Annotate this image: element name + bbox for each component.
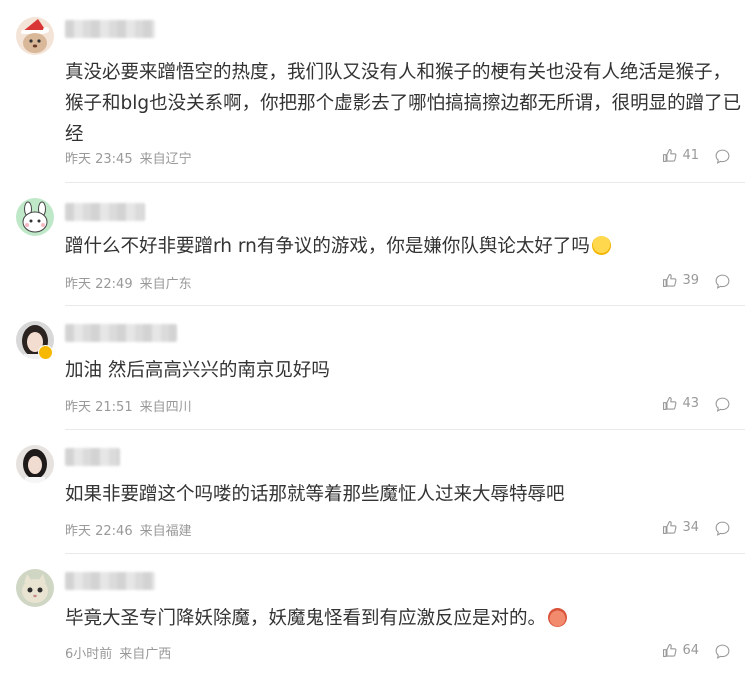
like-count: 39 [682, 273, 699, 288]
user-avatar[interactable] [16, 569, 54, 607]
comment-meta: 6小时前 来自广西 [65, 643, 171, 662]
reply-comment-icon[interactable] [714, 643, 731, 660]
comment-time: 6小时前 [65, 647, 113, 662]
comment-meta: 昨天 23:45 来自辽宁 [65, 148, 192, 167]
comment-text: 毕竟大圣专门降妖除魔，妖魔鬼怪看到有应激反应是对的。 [65, 603, 745, 634]
comment-item: 毕竟大圣专门降妖除魔，妖魔鬼怪看到有应激反应是对的。 6小时前 来自广西 64 [0, 554, 753, 677]
cat-photo-avatar-icon [16, 569, 54, 607]
comment-text-content: 毕竟大圣专门降妖除魔，妖魔鬼怪看到有应激反应是对的。 [65, 608, 547, 629]
pig-face-emoji [548, 608, 568, 627]
user-avatar[interactable] [16, 198, 54, 236]
comment-time: 昨天 22:49 [65, 277, 133, 292]
verified-badge-icon [38, 345, 53, 360]
comment-meta: 昨天 21:51 来自四川 [65, 396, 192, 415]
reply-comment-icon[interactable] [714, 273, 731, 290]
reply-comment-icon[interactable] [714, 148, 731, 165]
thumbs-up-icon [663, 520, 677, 535]
like-button[interactable]: 39 [661, 272, 699, 289]
username-blurred[interactable] [65, 203, 145, 221]
thumbs-up-icon [663, 396, 677, 411]
user-avatar[interactable] [16, 17, 54, 55]
comment-time: 昨天 22:46 [65, 524, 133, 539]
comment-time: 昨天 23:45 [65, 152, 133, 167]
christmas-dog-avatar-icon [16, 17, 54, 55]
like-button[interactable]: 64 [661, 642, 699, 659]
reply-comment-icon[interactable] [714, 396, 731, 413]
comment-location: 来自广西 [119, 647, 172, 662]
comment-meta: 昨天 22:46 来自福建 [65, 520, 192, 539]
comment-location: 来自福建 [139, 524, 192, 539]
comment-text: 真没必要来蹭悟空的热度，我们队又没有人和猴子的梗有关也没有人绝活是猴子，猴子和b… [65, 62, 742, 145]
surprised-face-emoji [591, 236, 611, 255]
like-count: 43 [682, 396, 699, 411]
reply-comment-icon[interactable] [714, 520, 731, 537]
username-blurred[interactable] [65, 572, 155, 590]
username-blurred[interactable] [65, 20, 155, 38]
girl-photo-avatar-icon [16, 445, 54, 483]
like-count: 64 [682, 643, 699, 658]
like-button[interactable]: 41 [661, 147, 699, 164]
comment-location: 来自辽宁 [139, 152, 192, 167]
username-blurred[interactable] [65, 324, 177, 342]
like-count: 41 [682, 148, 699, 163]
comment-item: 加油 然后高高兴兴的南京见好吗 昨天 21:51 来自四川 43 [0, 306, 753, 430]
thumbs-up-icon [663, 148, 677, 163]
comment-item: 真没必要来蹭悟空的热度，我们队又没有人和猴子的梗有关也没有人绝活是猴子，猴子和b… [0, 0, 753, 183]
user-avatar[interactable] [16, 445, 54, 483]
comment-item: 蹭什么不好非要蹭rh rn有争议的游戏，你是嫌你队舆论太好了吗 昨天 22:49… [0, 183, 753, 306]
cartoon-bunny-avatar-icon [16, 198, 54, 236]
comment-text: 如果非要蹭这个吗喽的话那就等着那些魔怔人过来大辱特辱吧 [65, 484, 565, 505]
comment-item: 如果非要蹭这个吗喽的话那就等着那些魔怔人过来大辱特辱吧 昨天 22:46 来自福建… [0, 430, 753, 554]
comment-location: 来自广东 [139, 277, 192, 292]
thumbs-up-icon [663, 273, 677, 288]
comment-time: 昨天 21:51 [65, 400, 133, 415]
thumbs-up-icon [663, 643, 677, 658]
like-count: 34 [682, 520, 699, 535]
like-button[interactable]: 34 [661, 519, 699, 536]
comment-location: 来自四川 [139, 400, 192, 415]
like-button[interactable]: 43 [661, 395, 699, 412]
comment-text: 加油 然后高高兴兴的南京见好吗 [65, 360, 330, 381]
comment-text: 蹭什么不好非要蹭rh rn有争议的游戏，你是嫌你队舆论太好了吗 [65, 231, 745, 262]
comment-meta: 昨天 22:49 来自广东 [65, 273, 192, 292]
comment-text-content: 蹭什么不好非要蹭rh rn有争议的游戏，你是嫌你队舆论太好了吗 [65, 236, 590, 257]
username-blurred[interactable] [65, 448, 120, 466]
